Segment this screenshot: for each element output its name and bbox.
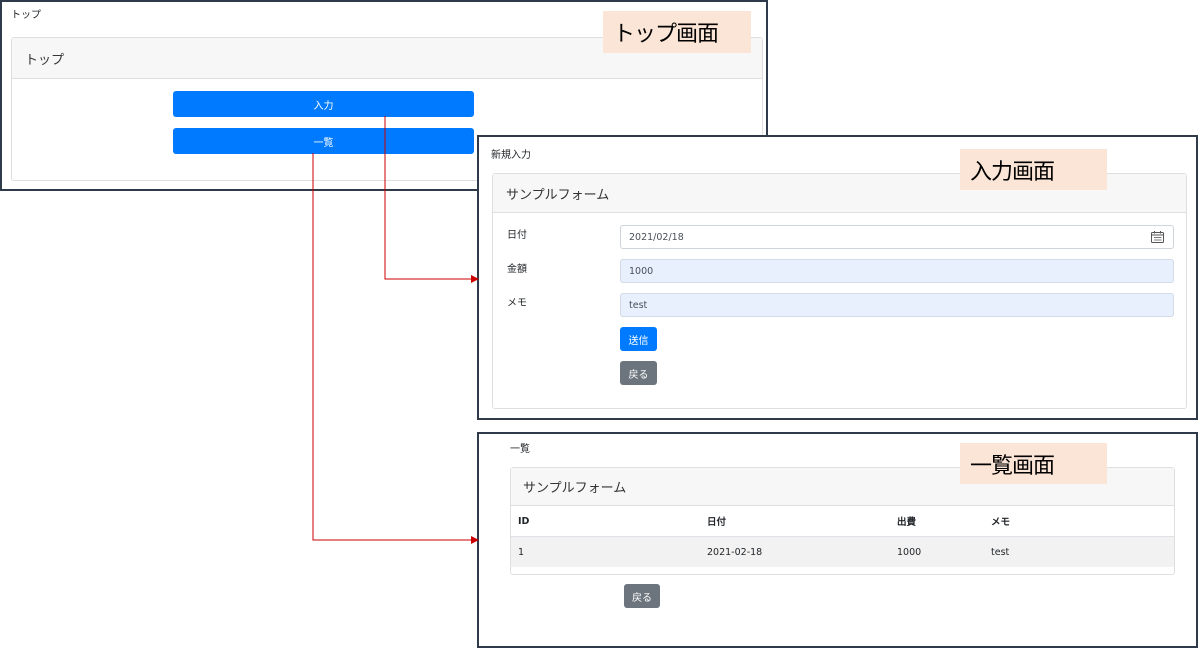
- list-flow-arrow: [312, 153, 479, 544]
- flow-arrows: [312, 116, 479, 544]
- input-flow-arrow: [384, 116, 479, 283]
